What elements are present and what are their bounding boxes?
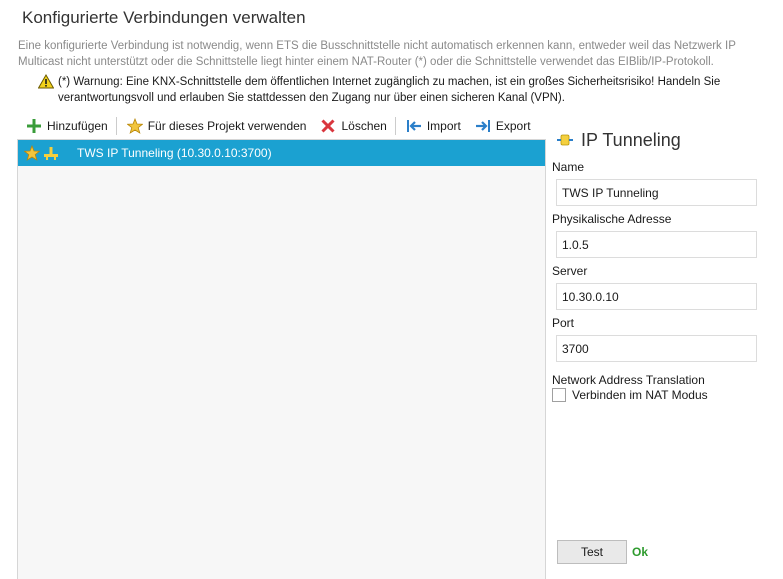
- nat-checkbox[interactable]: [552, 388, 566, 402]
- export-button-label: Export: [495, 119, 531, 133]
- name-label: Name: [552, 160, 585, 174]
- add-button[interactable]: Hinzufügen: [18, 116, 114, 136]
- use-for-project-label: Für dieses Projekt verwenden: [147, 119, 307, 133]
- details-title: IP Tunneling: [581, 129, 681, 150]
- import-icon: [406, 120, 421, 132]
- ip-tunneling-icon: [557, 134, 573, 146]
- toolbar-separator: [394, 117, 396, 135]
- delete-button-label: Löschen: [341, 119, 387, 133]
- page-title: Konfigurierte Verbindungen verwalten: [22, 8, 306, 27]
- favorite-star-icon: [24, 145, 40, 161]
- port-input[interactable]: [556, 335, 757, 362]
- import-button-label: Import: [426, 119, 461, 133]
- toolbar: Hinzufügen Für dieses Projekt verwenden …: [18, 114, 537, 138]
- test-result: Ok: [632, 545, 649, 559]
- list-item-label: TWS IP Tunneling (10.30.0.10:3700): [77, 146, 272, 160]
- nat-section-label: Network Address Translation: [552, 373, 705, 387]
- list-item[interactable]: TWS IP Tunneling (10.30.0.10:3700): [18, 140, 545, 166]
- toolbar-separator: [115, 117, 117, 135]
- port-label: Port: [552, 316, 575, 330]
- page-description: Eine konfigurierte Verbindung ist notwen…: [18, 40, 736, 68]
- export-icon: [475, 120, 490, 132]
- plus-icon: [27, 119, 41, 133]
- delete-x-icon: [321, 119, 336, 133]
- server-input[interactable]: [556, 283, 757, 310]
- use-for-project-button[interactable]: Für dieses Projekt verwenden: [119, 116, 313, 136]
- server-label: Server: [552, 264, 588, 278]
- name-input[interactable]: [556, 179, 757, 206]
- physical-address-input[interactable]: [556, 231, 757, 258]
- physical-address-label: Physikalische Adresse: [552, 212, 672, 226]
- nat-row: Verbinden im NAT Modus: [552, 388, 762, 402]
- star-icon: [126, 118, 143, 134]
- nat-checkbox-label: Verbinden im NAT Modus: [572, 388, 708, 402]
- add-button-label: Hinzufügen: [47, 119, 108, 133]
- test-button[interactable]: Test: [557, 540, 627, 564]
- details-panel: IP Tunneling Name Physikalische Adresse …: [552, 126, 762, 402]
- details-header: IP Tunneling: [552, 126, 762, 154]
- connection-plug-icon: [44, 147, 58, 160]
- export-button[interactable]: Export: [467, 116, 537, 136]
- delete-button[interactable]: Löschen: [312, 116, 392, 136]
- connection-list[interactable]: TWS IP Tunneling (10.30.0.10:3700): [17, 139, 546, 579]
- import-button[interactable]: Import: [398, 116, 467, 136]
- warning-icon: [38, 74, 54, 89]
- warning-text: (*) Warnung: Eine KNX-Schnittstelle dem …: [58, 76, 721, 104]
- warning-block: (*) Warnung: Eine KNX-Schnittstelle dem …: [38, 74, 768, 106]
